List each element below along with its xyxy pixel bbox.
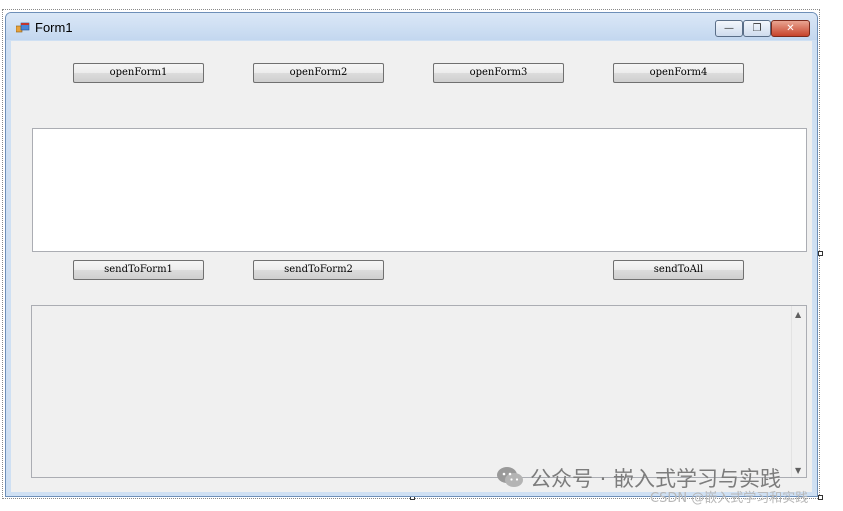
open-form1-button[interactable]: openForm1 (73, 63, 204, 83)
message-textbox[interactable] (32, 128, 807, 252)
open-form2-button[interactable]: openForm2 (253, 63, 384, 83)
open-form4-button[interactable]: openForm4 (613, 63, 744, 83)
listbox-scrollbar[interactable]: ▲ ▼ (791, 306, 806, 477)
window-title: Form1 (35, 20, 73, 35)
send-to-all-button[interactable]: sendToAll (613, 260, 744, 280)
scroll-up-arrow-icon[interactable]: ▲ (795, 310, 801, 319)
maximize-button[interactable]: ❐ (743, 20, 771, 37)
wechat-logo-icon (497, 467, 523, 487)
form-client-area: openForm1 openForm2 openForm3 openForm4 … (11, 41, 812, 492)
scroll-down-arrow-icon[interactable]: ▼ (795, 466, 801, 475)
open-form3-button[interactable]: openForm3 (433, 63, 564, 83)
app-icon (16, 22, 30, 33)
title-bar[interactable]: Form1 — ❐ ✕ (6, 13, 817, 40)
log-listbox[interactable]: ▲ ▼ (31, 305, 807, 478)
minimize-button[interactable]: — (715, 20, 743, 37)
send-to-form2-button[interactable]: sendToForm2 (253, 260, 384, 280)
send-to-form1-button[interactable]: sendToForm1 (73, 260, 204, 280)
form-window: Form1 — ❐ ✕ openForm1 openForm2 openForm… (5, 12, 818, 497)
resize-grip-corner[interactable] (818, 495, 823, 500)
csdn-credit: CSDN @嵌入式学习和实践 (650, 491, 809, 506)
resize-grip-right[interactable] (818, 251, 823, 256)
close-button[interactable]: ✕ (771, 20, 810, 37)
